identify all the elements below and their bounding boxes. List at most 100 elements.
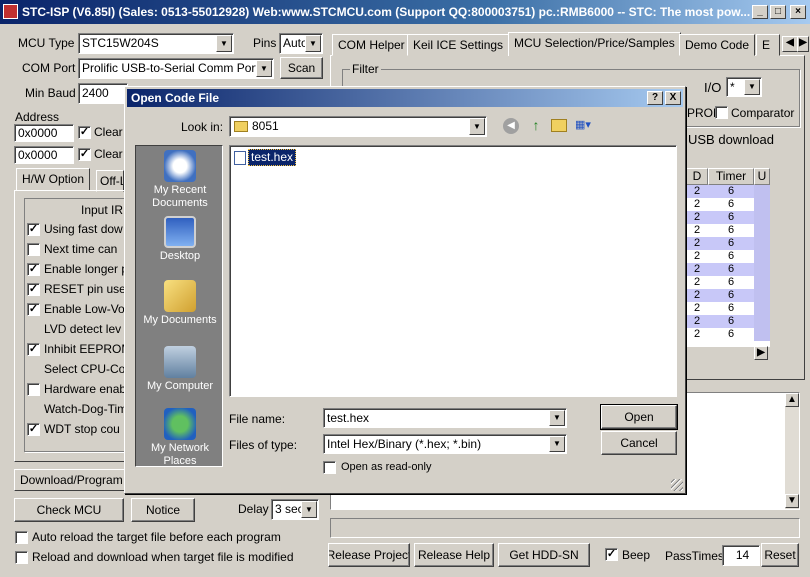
file-item[interactable]: test.hex	[234, 149, 297, 166]
input-ir-label: Input IR	[81, 203, 124, 217]
place-documents[interactable]: My Documents	[136, 280, 224, 327]
notice-button[interactable]: Notice	[131, 498, 195, 522]
release-project-button[interactable]: Release Project	[328, 543, 410, 567]
comparator-checkbox[interactable]	[715, 106, 728, 119]
folder-icon	[234, 121, 248, 132]
close-button[interactable]: ×	[790, 5, 806, 19]
auto-reload-checkbox[interactable]	[15, 531, 28, 544]
reset-button[interactable]: Reset	[761, 543, 799, 567]
view-menu-icon[interactable]: ▦▾	[575, 118, 597, 134]
file-name-field[interactable]: test.hex ▼	[323, 408, 567, 428]
scroll-right-icon[interactable]: ▶	[754, 346, 768, 360]
io-select[interactable]: * ▼	[726, 77, 762, 97]
table-row[interactable]: 26	[686, 224, 770, 237]
table-row[interactable]: 26	[686, 302, 770, 315]
tab-scroll-left-icon[interactable]: ◀	[782, 36, 798, 52]
open-button[interactable]: Open	[600, 404, 678, 430]
hw-option-checkbox[interactable]	[27, 383, 40, 396]
help-icon[interactable]: ?	[647, 91, 663, 105]
tab-com-helper[interactable]: COM Helper	[332, 34, 411, 56]
tab-offline[interactable]: Off-L	[96, 170, 124, 192]
new-folder-icon[interactable]	[551, 119, 567, 132]
table-cell: 2	[693, 211, 701, 223]
min-baud-select[interactable]: 2400	[78, 83, 128, 104]
tab-hw-option[interactable]: H/W Option	[16, 168, 91, 191]
my-computer-icon	[164, 346, 196, 378]
col-header-d[interactable]: D	[686, 168, 708, 185]
resize-grip-icon[interactable]	[671, 479, 683, 491]
hw-option-label: WDT stop cou	[44, 422, 120, 436]
reload-download-checkbox[interactable]	[15, 551, 28, 564]
table-cell	[754, 302, 770, 315]
clear-checkbox-1[interactable]: ✓	[78, 126, 91, 139]
hw-option-checkbox[interactable]: ✓	[27, 423, 40, 436]
scroll-down-icon[interactable]: ▼	[785, 494, 799, 508]
com-port-select[interactable]: Prolific USB-to-Serial Comm Port ▼	[78, 58, 274, 79]
table-row[interactable]: 26	[686, 211, 770, 224]
place-network[interactable]: My Network Places	[136, 408, 224, 468]
clear-checkbox-2[interactable]: ✓	[78, 148, 91, 161]
tab-more[interactable]: E	[756, 34, 780, 56]
scroll-up-icon[interactable]: ▲	[785, 393, 799, 407]
release-help-button[interactable]: Release Help	[414, 543, 494, 567]
files-of-type-select[interactable]: Intel Hex/Binary (*.hex; *.bin) ▼	[323, 434, 567, 454]
pins-select[interactable]: Auto ▼	[279, 33, 323, 54]
place-computer[interactable]: My Computer	[136, 346, 224, 393]
tab-download-program[interactable]: Download/Program	[14, 469, 129, 491]
delay-select[interactable]: 3 sec ▼	[271, 499, 319, 520]
tab-mcu-selection[interactable]: MCU Selection/Price/Samples	[508, 32, 681, 56]
table-cell: 2	[693, 263, 701, 275]
file-list[interactable]: test.hex	[229, 145, 677, 397]
back-icon[interactable]: ◀	[503, 118, 519, 134]
mcu-type-value: STC15W204S	[82, 36, 159, 50]
place-desktop[interactable]: Desktop	[136, 216, 224, 263]
mcu-grid[interactable]: D Timer U 262626262626262626262626	[686, 168, 770, 346]
beep-checkbox[interactable]: ✓	[605, 548, 618, 561]
hw-option-checkbox[interactable]: ✓	[27, 283, 40, 296]
table-row[interactable]: 26	[686, 328, 770, 341]
tab-scroll-right-icon[interactable]: ▶	[797, 36, 809, 52]
maximize-button[interactable]: □	[770, 5, 786, 19]
table-row[interactable]: 26	[686, 250, 770, 263]
col-header-timer[interactable]: Timer	[708, 168, 754, 185]
clear-label-2: Clear	[94, 147, 123, 161]
get-hdd-sn-button[interactable]: Get HDD-SN	[498, 543, 590, 567]
tab-demo-code[interactable]: Demo Code	[679, 34, 756, 56]
table-cell: 6	[727, 263, 735, 275]
hw-option-checkbox[interactable]	[27, 243, 40, 256]
table-cell: 6	[727, 237, 735, 249]
table-cell: 2	[693, 237, 701, 249]
address-field-1[interactable]: 0x0000	[14, 124, 74, 142]
tab-keil-ice[interactable]: Keil ICE Settings	[407, 34, 510, 56]
place-recent[interactable]: My Recent Documents	[136, 150, 224, 210]
look-in-select[interactable]: 8051 ▼	[229, 116, 487, 137]
minimize-button[interactable]: _	[752, 5, 768, 19]
cancel-button[interactable]: Cancel	[601, 431, 677, 455]
table-cell: 2	[693, 276, 701, 288]
place-network-label: My Network Places	[150, 442, 210, 467]
col-header-u[interactable]: U	[754, 168, 770, 185]
read-only-checkbox[interactable]	[323, 461, 336, 474]
mcu-type-select[interactable]: STC15W204S ▼	[78, 33, 234, 54]
table-row[interactable]: 26	[686, 289, 770, 302]
scan-button[interactable]: Scan	[280, 57, 323, 79]
dialog-close-icon[interactable]: X	[665, 91, 681, 105]
table-row[interactable]: 26	[686, 198, 770, 211]
table-row[interactable]: 26	[686, 185, 770, 198]
table-cell: 2	[693, 328, 701, 340]
table-cell: 6	[727, 185, 735, 197]
hw-option-checkbox[interactable]: ✓	[27, 343, 40, 356]
table-row[interactable]: 26	[686, 315, 770, 328]
address-field-2[interactable]: 0x0000	[14, 146, 74, 164]
hw-option-checkbox[interactable]: ✓	[27, 223, 40, 236]
pass-times-value: 14	[722, 545, 760, 566]
hw-option-label: Select CPU-Cor	[44, 362, 124, 376]
hw-option-checkbox[interactable]: ✓	[27, 263, 40, 276]
table-row[interactable]: 26	[686, 237, 770, 250]
output-vscrollbar[interactable]	[785, 393, 799, 509]
table-row[interactable]: 26	[686, 263, 770, 276]
check-mcu-button[interactable]: Check MCU	[14, 498, 124, 522]
table-row[interactable]: 26	[686, 276, 770, 289]
hw-option-checkbox[interactable]: ✓	[27, 303, 40, 316]
up-folder-icon[interactable]: ↑	[527, 117, 545, 135]
